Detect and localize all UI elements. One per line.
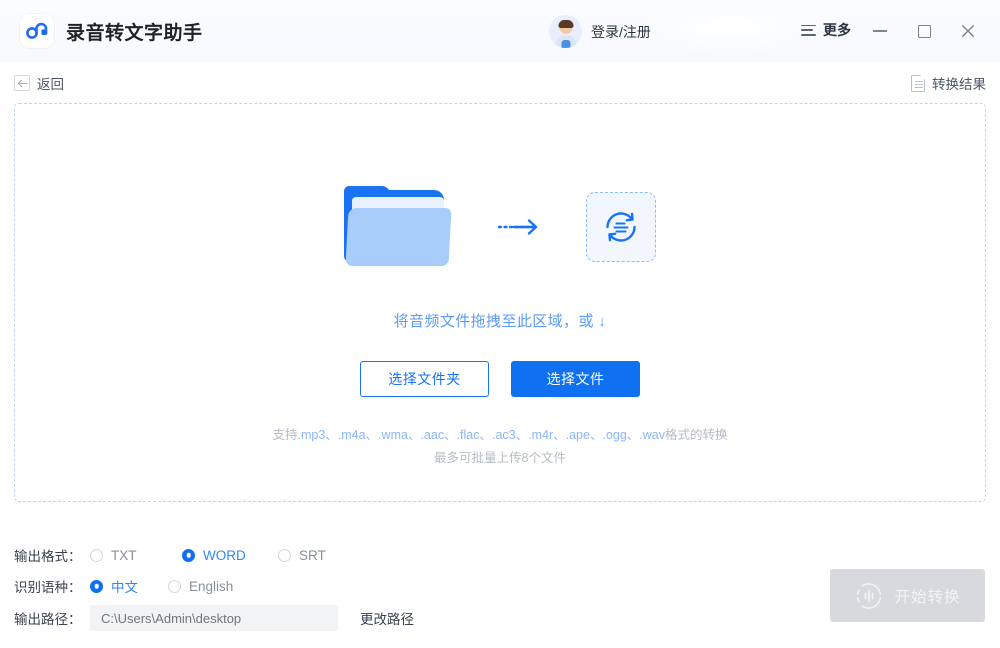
conversion-result-button[interactable]: 转换结果 [911,73,986,93]
more-label: 更多 [823,22,851,38]
language-label-chinese: 中文 [111,580,138,595]
file-action-buttons: 选择文件夹 选择文件 [15,361,985,397]
close-icon [961,24,975,38]
app-logo-icon [20,14,54,48]
document-icon [911,74,925,92]
page-title: 录音转文字助手 [66,23,203,44]
output-path-input[interactable] [90,605,338,631]
format-label-srt: SRT [299,547,326,563]
dropzone-illustration [15,182,985,272]
change-path-button[interactable]: 更改路径 [360,608,414,628]
arrow-right-icon [496,214,542,240]
format-label-txt: TXT [111,547,137,563]
supported-formats-line: 支持.mp3、.m4a、.wma、.aac、.flac、.ac3、.m4r、.a… [15,424,985,447]
choose-folder-button[interactable]: 选择文件夹 [360,361,489,397]
close-button[interactable] [946,13,990,49]
title-bar: 录音转文字助手 登录/注册 更多 [0,0,1000,62]
radio-chinese[interactable] [90,579,103,593]
language-label-english: English [189,578,234,594]
conversion-result-label: 转换结果 [932,77,986,92]
radio-english[interactable] [168,579,181,593]
user-avatar-icon [549,15,582,48]
language-option-chinese[interactable]: 中文 [90,576,168,596]
convert-circle-icon [606,212,636,242]
format-label-word: WORD [203,547,246,563]
minimize-button[interactable] [858,13,902,49]
minimize-icon [873,30,887,32]
arrow-left-icon [14,75,30,91]
folder-icon [344,186,452,268]
radio-txt[interactable] [90,548,103,562]
output-path-row: 输出路径： 更改路径 [14,605,414,631]
format-option-word[interactable]: WORD [182,548,278,563]
supported-formats-text: 支持.mp3、.m4a、.wma、.aac、.flac、.ac3、.m4r、.a… [15,424,985,470]
output-format-row: 输出格式： TXT WORD SRT [14,544,326,566]
support-suffix: 格式的转换 [664,428,728,442]
account-label: 登录/注册 [591,23,651,40]
output-path-label: 输出路径： [14,612,82,627]
radio-srt[interactable] [278,548,291,562]
batch-limit-text: 最多可批量上传8个文件 [434,451,566,466]
choose-file-button[interactable]: 选择文件 [511,361,640,397]
back-button[interactable]: 返回 [14,73,64,93]
support-prefix: 支持 [272,428,298,442]
hamburger-menu-icon [801,24,816,36]
file-drop-zone[interactable]: 将音频文件拖拽至此区域，或 ↓ 选择文件夹 选择文件 支持.mp3、.m4a、.… [14,103,986,502]
audio-wave-circle-icon [857,582,882,609]
convert-target-box [586,192,656,262]
format-option-txt[interactable]: TXT [90,548,182,563]
sub-toolbar: 返回 转换结果 [0,62,1000,103]
start-conversion-button[interactable]: 开始转换 [830,569,985,622]
maximize-icon [917,24,931,38]
maximize-button[interactable] [902,13,946,49]
titlebar-glow [640,2,820,54]
supported-format-list: .mp3、.m4a、.wma、.aac、.flac、.ac3、.m4r、.ape… [297,428,665,442]
login-register-button[interactable]: 登录/注册 [549,15,651,48]
window-controls [858,13,990,49]
language-option-english[interactable]: English [168,579,233,594]
back-label: 返回 [37,77,64,92]
format-option-srt[interactable]: SRT [278,548,326,563]
output-format-label: 输出格式： [14,549,82,564]
recognition-language-row: 识别语种： 中文 English [14,575,233,597]
more-menu-button[interactable]: 更多 [801,20,851,40]
recognition-language-label: 识别语种： [14,580,82,595]
app-logo-glyph [26,22,48,39]
app-logo [20,14,54,48]
start-conversion-label: 开始转换 [894,588,961,606]
radio-word[interactable] [182,548,195,562]
drag-instruction-text: 将音频文件拖拽至此区域，或 ↓ [393,313,607,330]
